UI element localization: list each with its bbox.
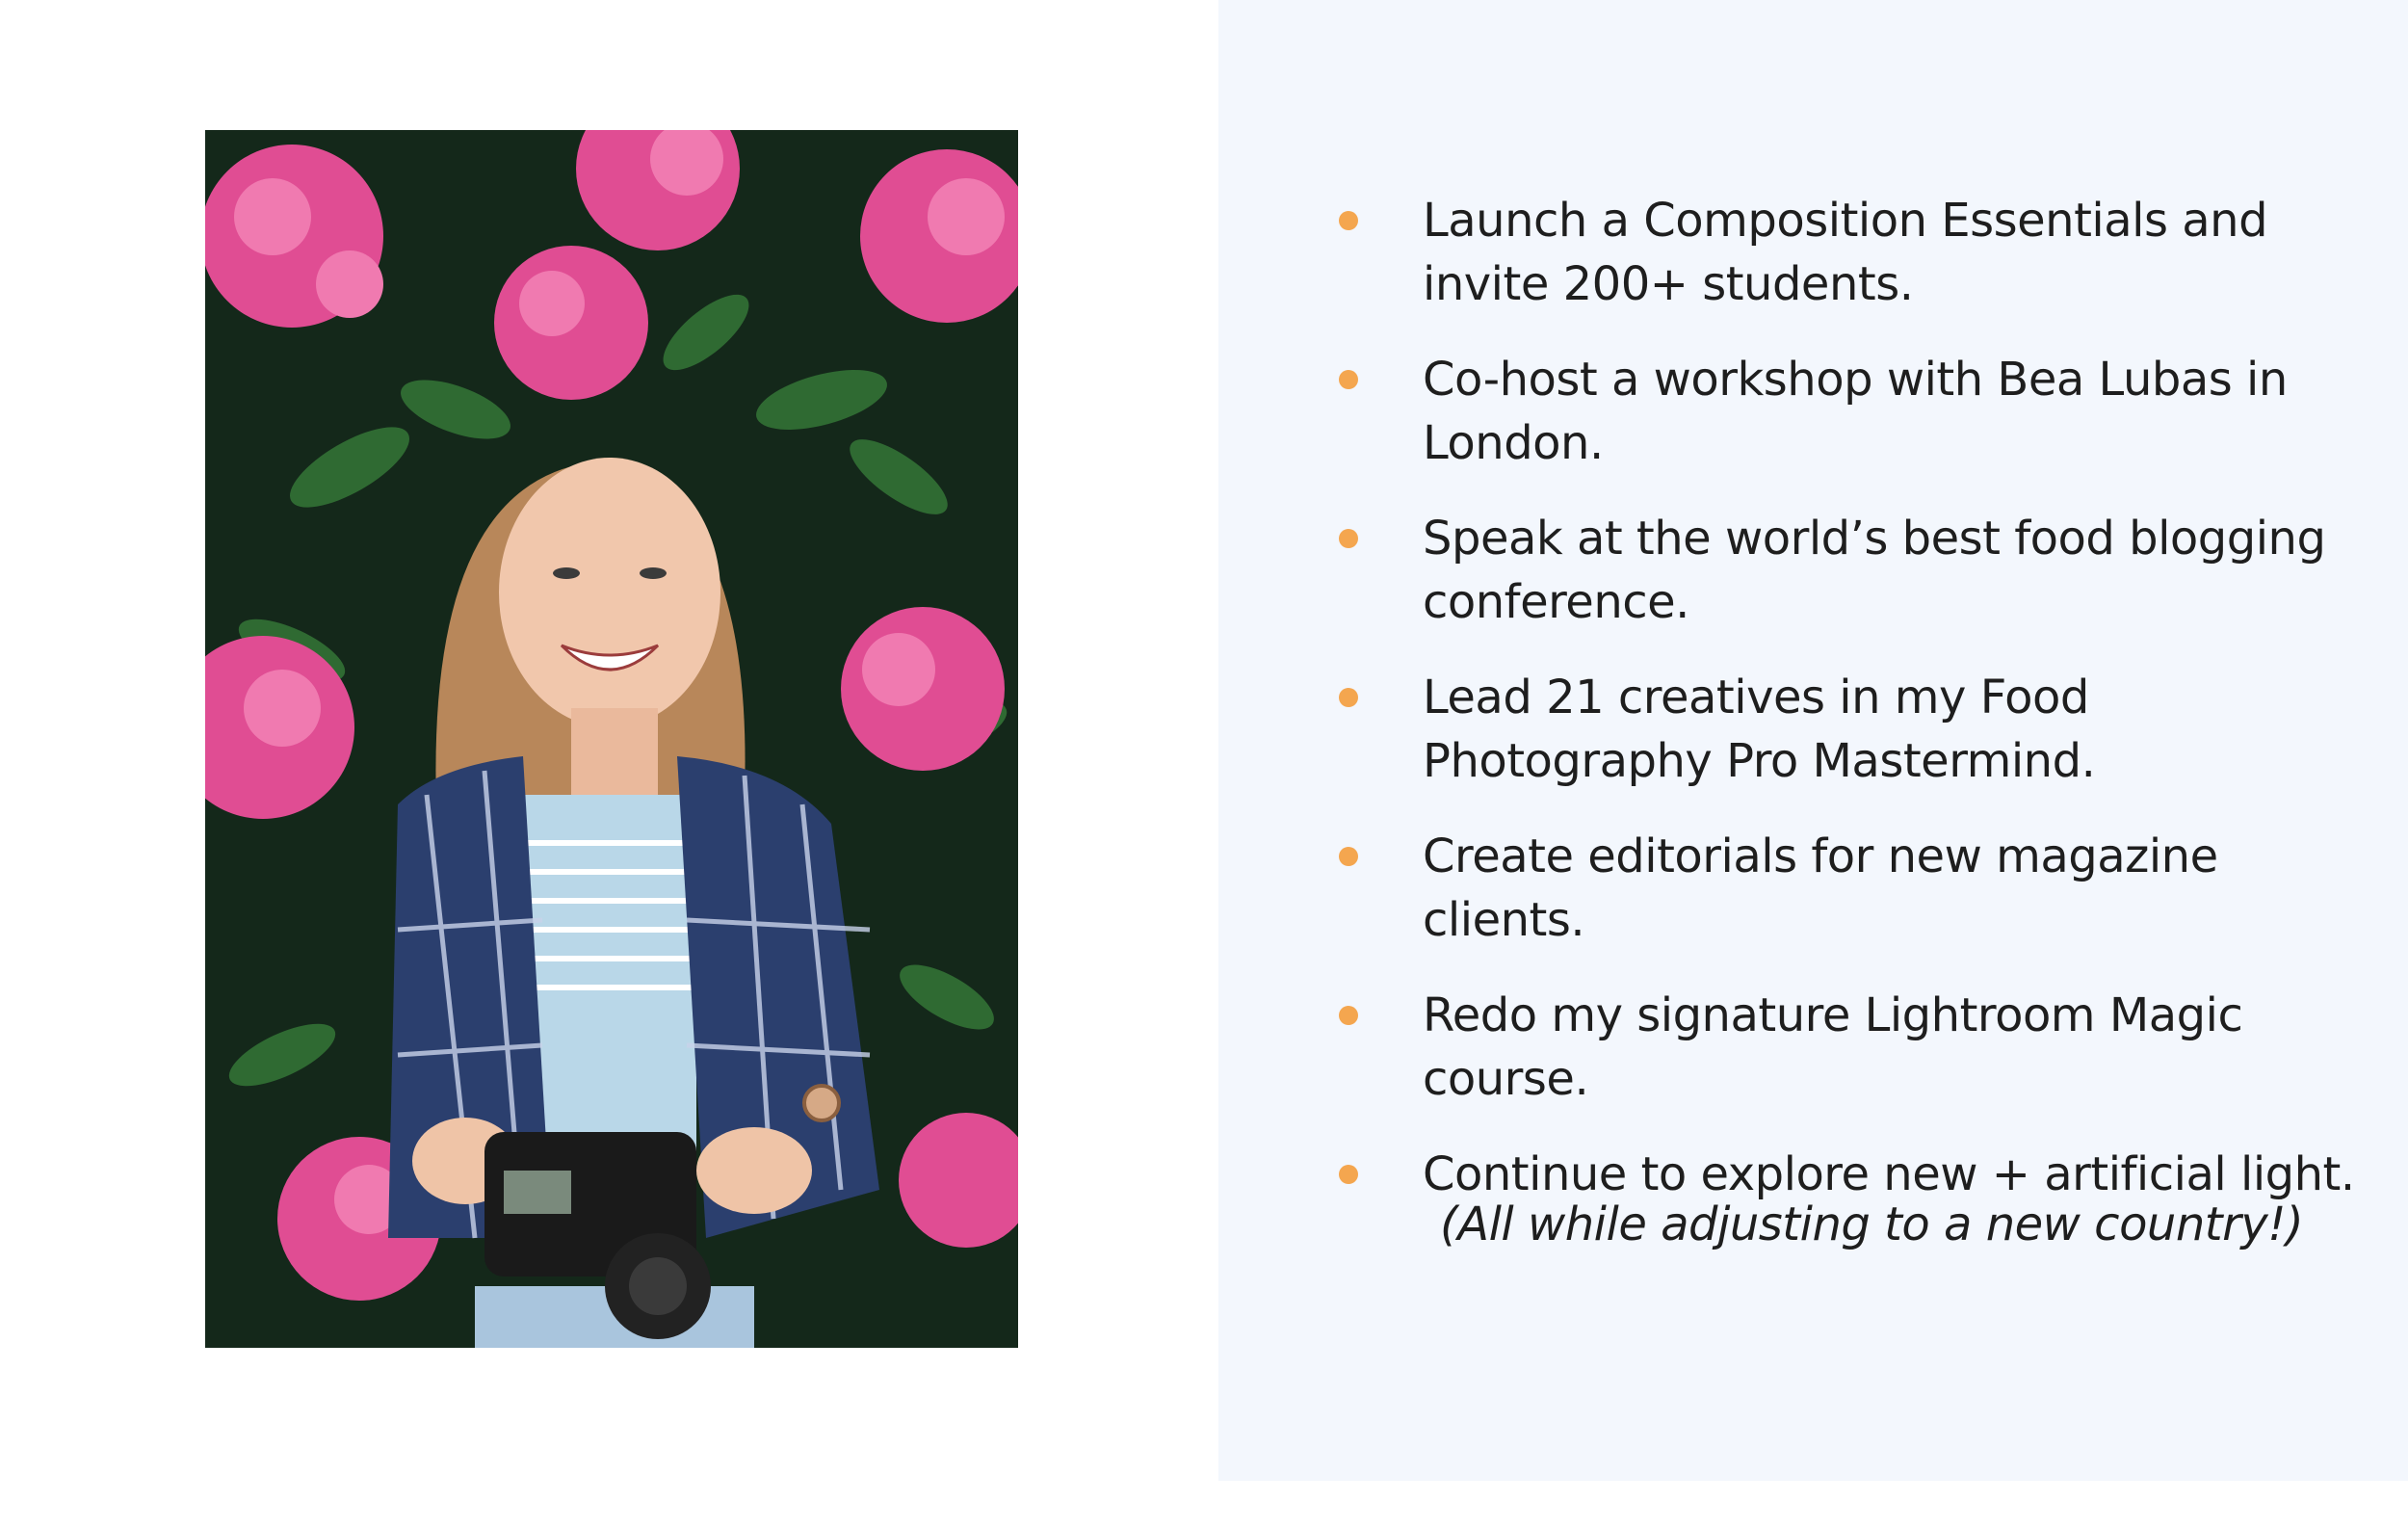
closing-note: (All while adjusting to a new country!) bbox=[1440, 1198, 2304, 1251]
goal-text: Create editorials for new magazine clien… bbox=[1423, 829, 2218, 947]
goal-item-editorials: Create editorials for new magazine clien… bbox=[1320, 825, 2360, 952]
goal-item-mastermind: Lead 21 creatives in my Food Photography… bbox=[1320, 666, 2360, 793]
goal-item-lightroom: Redo my signature Lightroom Magic course… bbox=[1320, 984, 2360, 1111]
bullet-icon bbox=[1339, 211, 1358, 230]
bullet-icon bbox=[1339, 1165, 1358, 1184]
goals-list: Launch a Composition Essentials and invi… bbox=[1320, 189, 2360, 1238]
bullet-icon bbox=[1339, 370, 1358, 389]
goal-text: Speak at the world’s best food blogging … bbox=[1423, 512, 2326, 629]
bullet-icon bbox=[1339, 1006, 1358, 1025]
goal-item-workshop: Co-host a workshop with Bea Lubas in Lon… bbox=[1320, 348, 2360, 475]
goal-text: Co-host a workshop with Bea Lubas in Lon… bbox=[1423, 353, 2288, 470]
goal-text: Launch a Composition Essentials and invi… bbox=[1423, 194, 2268, 311]
goal-item-conference: Speak at the world’s best food blogging … bbox=[1320, 507, 2360, 634]
goal-text: Redo my signature Lightroom Magic course… bbox=[1423, 988, 2243, 1106]
bullet-icon bbox=[1339, 529, 1358, 548]
goal-text: Lead 21 creatives in my Food Photography… bbox=[1423, 671, 2096, 788]
bullet-icon bbox=[1339, 847, 1358, 866]
goal-item-composition: Launch a Composition Essentials and invi… bbox=[1320, 189, 2360, 316]
portrait-photo bbox=[205, 130, 1018, 1348]
bullet-icon bbox=[1339, 688, 1358, 707]
